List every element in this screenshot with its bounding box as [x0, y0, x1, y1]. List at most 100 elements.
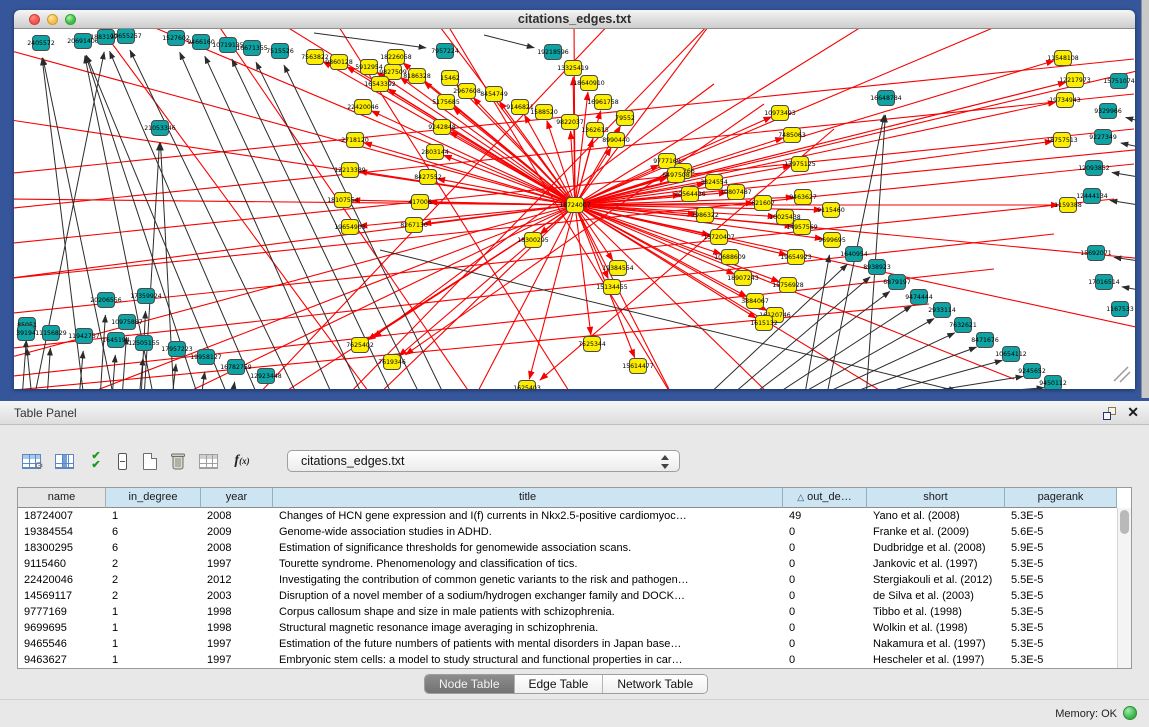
table-row[interactable]: 911546021997Tourette syndrome. Phenomeno…	[18, 556, 1117, 572]
table-cell[interactable]: Corpus callosum shape and size in male p…	[273, 604, 783, 620]
table-cell[interactable]: 6	[106, 524, 201, 540]
table-cell[interactable]: Tibbo et al. (1998)	[867, 604, 1005, 620]
table-cell[interactable]: 2003	[201, 588, 273, 604]
table-cell[interactable]: 5.5E-5	[1005, 572, 1117, 588]
table-cell[interactable]: 5.3E-5	[1005, 604, 1117, 620]
table-cell[interactable]: 5.3E-5	[1005, 588, 1117, 604]
table-cell[interactable]: 0	[783, 556, 867, 572]
table-cell[interactable]: 5.3E-5	[1005, 636, 1117, 652]
table-row[interactable]: 2242004622012Investigating the contribut…	[18, 572, 1117, 588]
tab-edge-table[interactable]: Edge Table	[515, 675, 604, 694]
table-cell[interactable]: Changes of HCN gene expression and I(f) …	[273, 508, 783, 524]
table-cell[interactable]: 1	[106, 508, 201, 524]
table-scrollbar[interactable]	[1117, 508, 1131, 668]
table-cell[interactable]: Disruption of a novel member of a sodium…	[273, 588, 783, 604]
table-cell[interactable]: Jankovic et al. (1997)	[867, 556, 1005, 572]
table-cell[interactable]: 9465546	[18, 636, 106, 652]
table-row[interactable]: 1938455462009Genome-wide association stu…	[18, 524, 1117, 540]
table-cell[interactable]: 5.3E-5	[1005, 652, 1117, 668]
table-cell[interactable]: 0	[783, 604, 867, 620]
table-cell[interactable]: 14569117	[18, 588, 106, 604]
table-cell[interactable]: Nakamura et al. (1997)	[867, 636, 1005, 652]
float-panel-icon[interactable]	[1103, 407, 1116, 420]
table-cell[interactable]: Franke et al. (2009)	[867, 524, 1005, 540]
column-header-in_degree[interactable]: in_degree	[106, 488, 201, 508]
table-cell[interactable]: Stergiakouli et al. (2012)	[867, 572, 1005, 588]
table-cell[interactable]: 5.3E-5	[1005, 508, 1117, 524]
table-cell[interactable]: 9115460	[18, 556, 106, 572]
table-cell[interactable]: 0	[783, 652, 867, 668]
row-height-icon[interactable]	[110, 449, 134, 473]
table-cell[interactable]: Dudbridge et al. (2008)	[867, 540, 1005, 556]
table-cell[interactable]: Investigating the contribution of common…	[273, 572, 783, 588]
table-row[interactable]: 946362711997Embryonic stem cells: a mode…	[18, 652, 1117, 668]
table-cell[interactable]: Structural magnetic resonance image aver…	[273, 620, 783, 636]
column-header-short[interactable]: short	[867, 488, 1005, 508]
table-cell[interactable]: 2	[106, 572, 201, 588]
table-cell[interactable]: Embryonic stem cells: a model to study s…	[273, 652, 783, 668]
network-view-window[interactable]: citations_edges.txt 24055722069140618831…	[14, 10, 1135, 389]
table-cell[interactable]: Wolkin et al. (1998)	[867, 620, 1005, 636]
table-cell[interactable]: 2	[106, 588, 201, 604]
column-header-title[interactable]: title	[273, 488, 783, 508]
table-cell[interactable]: 5.6E-5	[1005, 524, 1117, 540]
table-cell[interactable]: Estimation of significance thresholds fo…	[273, 540, 783, 556]
close-panel-icon[interactable]: ✕	[1127, 404, 1139, 421]
table-cell[interactable]: 5.3E-5	[1005, 556, 1117, 572]
table-cell[interactable]: 0	[783, 636, 867, 652]
table-header-row[interactable]: namein_degreeyeartitle△out_de…shortpager…	[18, 488, 1117, 508]
table-cell[interactable]: 2	[106, 556, 201, 572]
scrollbar-thumb[interactable]	[1120, 510, 1129, 534]
delete-table-icon[interactable]	[166, 449, 190, 473]
table-cell[interactable]: 1998	[201, 620, 273, 636]
table-cell[interactable]: 1	[106, 636, 201, 652]
desktop-scroll-strip[interactable]	[1141, 0, 1149, 398]
table-cell[interactable]: Tourette syndrome. Phenomenology and cla…	[273, 556, 783, 572]
new-table-icon[interactable]	[138, 449, 162, 473]
table-cell[interactable]: 18724007	[18, 508, 106, 524]
table-cell[interactable]: 1997	[201, 636, 273, 652]
table-row[interactable]: 977716911998Corpus callosum shape and si…	[18, 604, 1117, 620]
memory-status-led-icon[interactable]	[1123, 706, 1137, 720]
tab-node-table[interactable]: Node Table	[425, 675, 515, 694]
table-cell[interactable]: 5.9E-5	[1005, 540, 1117, 556]
column-header-pagerank[interactable]: pagerank	[1005, 488, 1117, 508]
table-cell[interactable]: 9463627	[18, 652, 106, 668]
table-cell[interactable]: 2009	[201, 524, 273, 540]
table-cell[interactable]: 2008	[201, 508, 273, 524]
table-cell[interactable]: Hescheler et al. (1997)	[867, 652, 1005, 668]
table-cell[interactable]: 1997	[201, 556, 273, 572]
table-cell[interactable]: 6	[106, 540, 201, 556]
table-row[interactable]: 1456911722003Disruption of a novel membe…	[18, 588, 1117, 604]
table-cell[interactable]: 2012	[201, 572, 273, 588]
table-cell[interactable]: Estimation of the future numbers of pati…	[273, 636, 783, 652]
table-cell[interactable]: 1	[106, 620, 201, 636]
table-cell[interactable]: Yano et al. (2008)	[867, 508, 1005, 524]
table-cell[interactable]: 0	[783, 524, 867, 540]
window-titlebar[interactable]: citations_edges.txt	[14, 10, 1135, 29]
table-cell[interactable]: 2008	[201, 540, 273, 556]
citation-network-graph[interactable]: 2405572206914061883197410655257152760294…	[14, 29, 1135, 389]
table-cell[interactable]: 1997	[201, 652, 273, 668]
table-selector-dropdown[interactable]: citations_edges.txt	[287, 450, 680, 472]
table-settings-icon[interactable]: ⚙	[19, 449, 43, 473]
table-cell[interactable]: 9699695	[18, 620, 106, 636]
table-cell[interactable]: 19384554	[18, 524, 106, 540]
table-cell[interactable]: 18300295	[18, 540, 106, 556]
table-cell[interactable]: 1	[106, 604, 201, 620]
tab-network-table[interactable]: Network Table	[603, 675, 707, 694]
function-builder-icon[interactable]: f(x)	[230, 449, 254, 473]
table-cell[interactable]: de Silva et al. (2003)	[867, 588, 1005, 604]
table-cell[interactable]: 49	[783, 508, 867, 524]
table-cell[interactable]: 0	[783, 540, 867, 556]
select-rows-icon[interactable]: ✔✔	[84, 449, 108, 473]
table-row[interactable]: 1830029562008Estimation of significance …	[18, 540, 1117, 556]
table-cell[interactable]: 0	[783, 572, 867, 588]
table-cell[interactable]: 0	[783, 588, 867, 604]
table-row[interactable]: 1872400712008Changes of HCN gene express…	[18, 508, 1117, 524]
column-selector-icon[interactable]	[52, 449, 76, 473]
table-cell[interactable]: Genome-wide association studies in ADHD.	[273, 524, 783, 540]
table-row[interactable]: 969969511998Structural magnetic resonanc…	[18, 620, 1117, 636]
table-cell[interactable]: 5.3E-5	[1005, 620, 1117, 636]
column-header-year[interactable]: year	[201, 488, 273, 508]
